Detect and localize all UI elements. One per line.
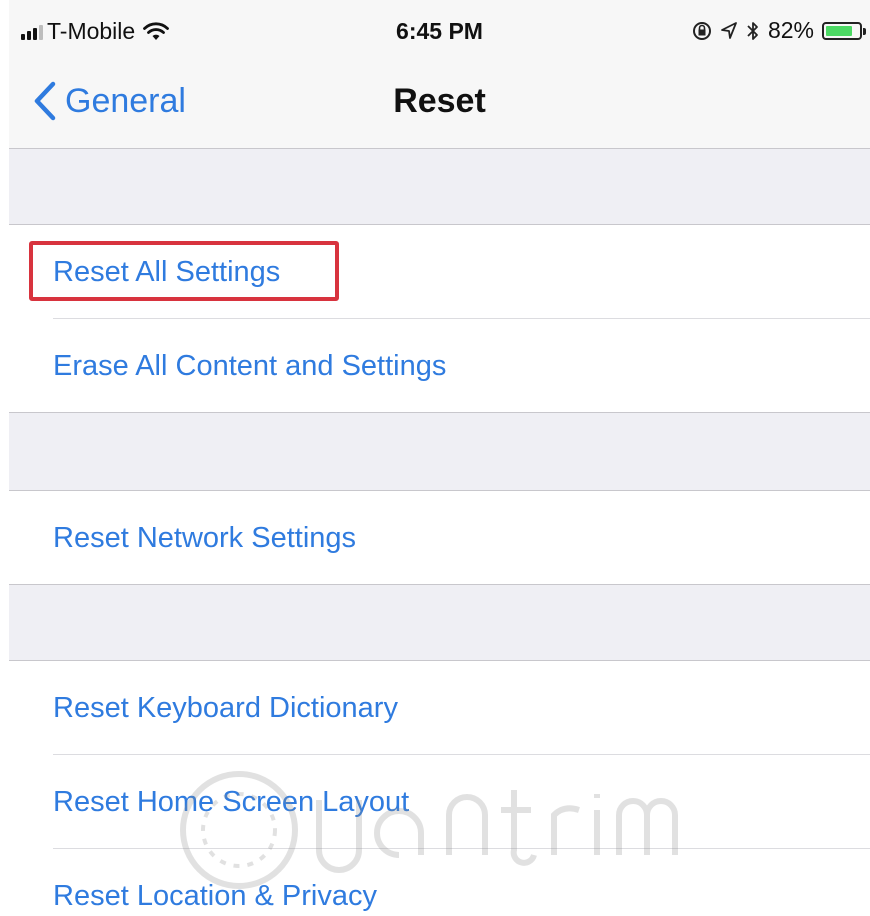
- reset-all-settings-row[interactable]: Reset All Settings: [9, 225, 870, 319]
- battery-icon: [822, 21, 866, 40]
- reset-keyboard-dictionary-row[interactable]: Reset Keyboard Dictionary: [9, 661, 870, 755]
- location-icon: [721, 21, 737, 39]
- reset-location-privacy-row[interactable]: Reset Location & Privacy: [9, 849, 870, 916]
- settings-screen: T-Mobile 6:45 PM 82% General Reset Reset…: [9, 0, 870, 916]
- row-label: Reset Location & Privacy: [53, 879, 377, 912]
- group-divider: [9, 584, 870, 585]
- status-bar: T-Mobile 6:45 PM 82%: [9, 0, 870, 62]
- screen-rotation-lock-icon: [692, 21, 711, 40]
- bluetooth-icon: [747, 21, 758, 40]
- reset-network-settings-row[interactable]: Reset Network Settings: [9, 491, 870, 585]
- group-divider: [9, 412, 870, 413]
- battery-percent: 82%: [767, 17, 814, 43]
- row-label: Reset All Settings: [53, 255, 281, 288]
- row-label: Reset Home Screen Layout: [53, 785, 410, 818]
- row-label: Reset Network Settings: [53, 521, 357, 554]
- reset-home-screen-layout-row[interactable]: Reset Home Screen Layout: [9, 755, 870, 849]
- navigation-bar: General Reset: [9, 62, 870, 149]
- status-bar-right: 82%: [692, 17, 866, 44]
- row-label: Erase All Content and Settings: [53, 349, 447, 382]
- page-title: Reset: [393, 82, 486, 120]
- erase-all-content-row[interactable]: Erase All Content and Settings: [9, 319, 870, 413]
- row-label: Reset Keyboard Dictionary: [53, 691, 398, 724]
- battery-fill: [826, 25, 853, 36]
